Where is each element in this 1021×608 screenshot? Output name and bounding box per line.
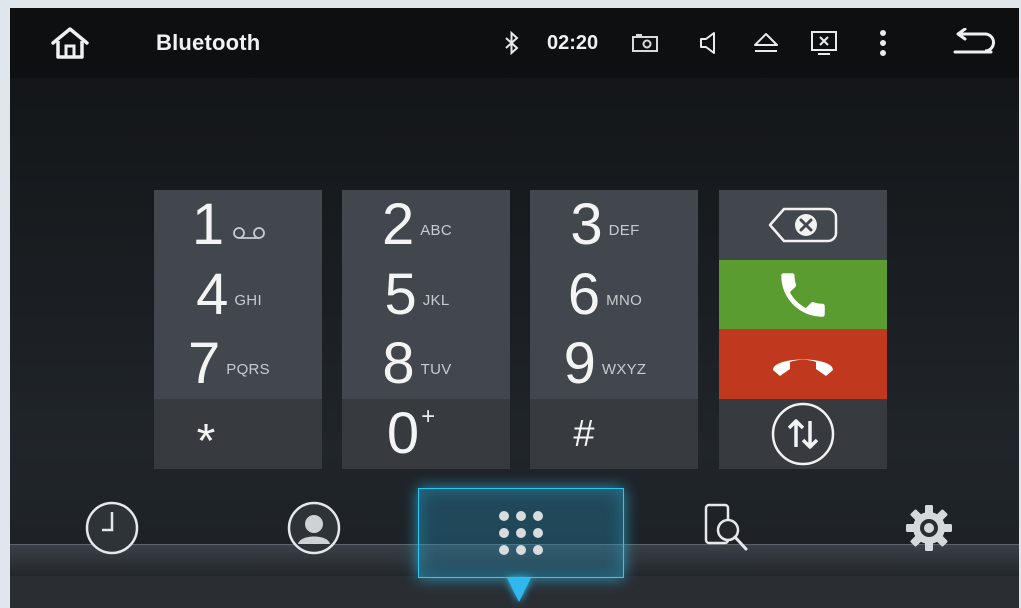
dial-key-9[interactable]: 9 WXYZ: [530, 329, 698, 399]
key-digit: 7: [188, 331, 221, 396]
key-digit: 4: [196, 262, 229, 327]
backspace-icon: [768, 207, 838, 243]
key-letters: MNO: [606, 292, 643, 309]
swap-button[interactable]: [719, 399, 887, 469]
key-digit: 2: [381, 192, 415, 257]
dial-key-hash[interactable]: #: [530, 399, 698, 469]
camera-icon[interactable]: [627, 8, 663, 78]
clock: 02:20: [547, 31, 599, 54]
back-icon: [953, 28, 995, 54]
nav-contacts[interactable]: [272, 488, 356, 568]
bottom-nav: [10, 488, 1019, 608]
history-icon: [85, 501, 139, 555]
volume-icon[interactable]: [690, 8, 726, 78]
head-unit-screen: Bluetooth 02:20 1 4 GHI 7 PQRS * 2 ABC 5…: [10, 8, 1019, 608]
nav-history[interactable]: [70, 488, 154, 568]
dial-key-2[interactable]: 2 ABC: [342, 190, 510, 260]
dial-key-5[interactable]: 5 JKL: [342, 260, 510, 330]
screen-off-icon[interactable]: [804, 8, 844, 78]
home-icon: [51, 27, 89, 59]
app-title: Bluetooth: [156, 30, 261, 55]
dial-key-7[interactable]: 7 PQRS: [154, 329, 322, 399]
eject-icon[interactable]: [746, 8, 786, 78]
dial-key-6[interactable]: 6 MNO: [530, 260, 698, 330]
key-letters: PQRS: [226, 361, 270, 378]
key-digit: 8: [382, 331, 415, 396]
key-letters: JKL: [422, 292, 450, 309]
search-icon: [704, 503, 748, 551]
bluetooth-icon: [500, 8, 524, 78]
nav-dialpad[interactable]: [418, 488, 624, 578]
nav-settings[interactable]: [887, 488, 971, 568]
home-button[interactable]: [38, 8, 102, 78]
dial-key-0[interactable]: 0 +: [342, 399, 510, 469]
key-digit: 3: [570, 192, 603, 257]
key-digit: *: [196, 414, 216, 468]
nav-search[interactable]: [685, 488, 769, 568]
dialpad-icon: [499, 511, 543, 555]
call-icon: [781, 273, 825, 317]
swap-icon: [771, 402, 835, 466]
key-digit: 5: [384, 262, 417, 327]
key-digit: #: [573, 412, 595, 455]
back-button[interactable]: [942, 8, 1006, 78]
contacts-icon: [287, 501, 341, 555]
key-digit: 0: [386, 401, 420, 466]
backspace-button[interactable]: [719, 190, 887, 260]
key-digit: 6: [567, 262, 601, 327]
key-plus: +: [421, 403, 436, 430]
active-indicator: [507, 578, 531, 602]
key-letters: DEF: [608, 222, 640, 239]
status-bar: Bluetooth 02:20: [10, 8, 1019, 78]
hang-up-button[interactable]: [719, 329, 887, 399]
dial-key-1[interactable]: 1: [154, 190, 322, 260]
key-letters: TUV: [420, 361, 452, 378]
key-letters: GHI: [234, 292, 262, 309]
key-letters: ABC: [420, 222, 452, 239]
dial-key-star[interactable]: *: [154, 399, 322, 469]
dial-key-4[interactable]: 4 GHI: [154, 260, 322, 330]
dial-key-8[interactable]: 8 TUV: [342, 329, 510, 399]
key-digit: 1: [191, 192, 225, 257]
hang-up-icon: [773, 359, 833, 376]
more-vert-icon[interactable]: [868, 8, 898, 78]
dial-key-3[interactable]: 3 DEF: [530, 190, 698, 260]
settings-icon: [906, 505, 952, 551]
key-letters: WXYZ: [601, 361, 647, 378]
voicemail-icon: [233, 227, 266, 239]
call-button[interactable]: [719, 260, 887, 330]
key-digit: 9: [563, 331, 596, 396]
